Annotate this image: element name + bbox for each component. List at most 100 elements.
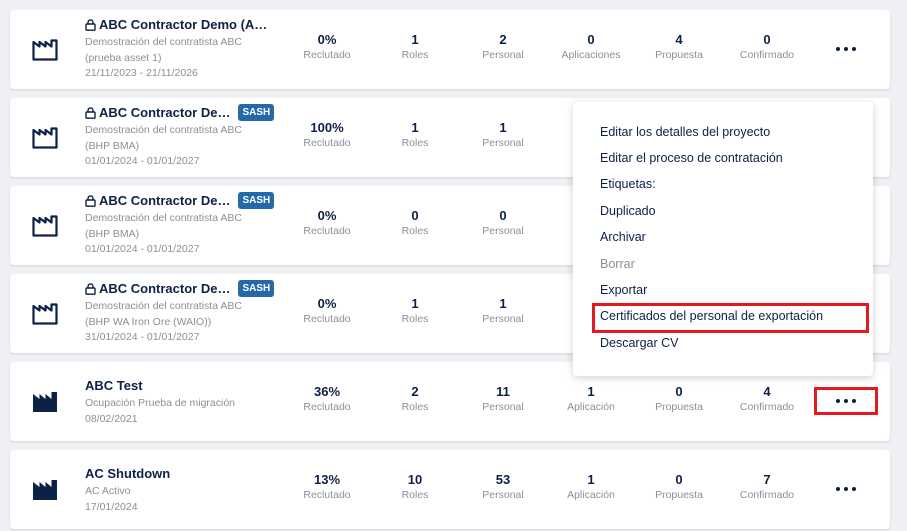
project-description: Ocupación Prueba de migración — [85, 397, 236, 409]
stat-label: Propuesta — [655, 489, 703, 501]
project-title[interactable]: ABC Contractor De… — [99, 193, 230, 208]
lock-icon — [85, 18, 96, 31]
project-title-row: ABC Contractor De… SASH — [85, 189, 295, 211]
stat-value: 2 — [499, 32, 507, 47]
stat-label: Personal — [482, 313, 524, 325]
stat-label: Reclutado — [303, 137, 351, 149]
lock-icon — [85, 106, 96, 119]
project-dates: 01/01/2024 - 01/01/2027 — [85, 243, 200, 255]
project-description-extra: 17/01/2024 — [85, 500, 138, 513]
stat-roles: 10 Roles — [370, 470, 460, 501]
stat-reclutado: 36% Reclutado — [282, 382, 372, 413]
project-description: Demostración del contratista ABC — [85, 36, 242, 48]
project-card[interactable]: AC Shutdown AC Activo 17/01/2024 13% Recluta… — [10, 450, 890, 529]
stat-label: Reclutado — [303, 313, 351, 325]
more-options-button[interactable] — [814, 387, 878, 415]
stat-aplicaciones: 0 Aplicaciones — [546, 30, 636, 61]
factory-filled-icon — [32, 391, 58, 413]
stat-value: 36% — [313, 384, 341, 399]
dot-icon — [852, 399, 856, 403]
project-description-extra: (prueba asset 1) — [85, 51, 162, 64]
stat-roles: 1 Roles — [370, 30, 460, 61]
project-title[interactable]: ABC Contractor De… — [99, 105, 230, 120]
dot-icon — [844, 399, 848, 403]
menu-item[interactable]: Archivar — [600, 230, 646, 244]
stat-label: Personal — [482, 489, 524, 501]
stat-value: 53 — [495, 472, 511, 487]
stat-value: 1 — [499, 120, 507, 135]
project-description: Demostración del contratista ABC — [85, 124, 242, 136]
stat-label: Aplicación — [567, 401, 615, 413]
project-info: ABC Contractor De… SASH Demostración del c… — [85, 189, 295, 258]
lock-icon — [85, 282, 96, 295]
project-title[interactable]: ABC Contractor Demo (A… — [99, 17, 267, 32]
project-dates: 01/01/2024 - 01/01/2027 — [85, 155, 200, 167]
dot-icon — [836, 487, 840, 491]
project-info: ABC Contractor De… SASH Demostración del c… — [85, 277, 295, 346]
project-description: AC Activo — [85, 485, 131, 497]
project-card[interactable]: ABC Contractor Demo (A… Demostración del … — [10, 10, 890, 89]
stat-label: Reclutado — [303, 49, 351, 61]
stat-label: Propuesta — [655, 49, 703, 61]
stat-confirmado: 4 Confirmado — [722, 382, 812, 413]
project-title-row: AC Shutdown — [85, 462, 295, 484]
dot-icon — [836, 47, 840, 51]
more-options-button[interactable] — [814, 475, 878, 503]
menu-item[interactable]: Editar los detalles del proyecto — [600, 125, 770, 139]
stat-label: Personal — [482, 401, 524, 413]
factory-outline-icon — [32, 303, 58, 325]
menu-item[interactable]: Descargar CV — [600, 336, 679, 350]
project-info: ABC Contractor Demo (A… Demostración del … — [85, 13, 295, 82]
stat-propuesta: 4 Propuesta — [634, 30, 724, 61]
stat-label: Reclutado — [303, 401, 351, 413]
project-title[interactable]: ABC Contractor De… — [99, 281, 230, 296]
stat-propuesta: 0 Propuesta — [634, 470, 724, 501]
stat-personal: 53 Personal — [458, 470, 548, 501]
dot-icon — [836, 399, 840, 403]
stat-label: Roles — [401, 49, 429, 61]
menu-item[interactable]: Duplicado — [600, 204, 656, 218]
dot-icon — [844, 487, 848, 491]
project-title-row: ABC Contractor De… SASH — [85, 277, 295, 299]
stat-label: Personal — [482, 137, 524, 149]
menu-item-highlight — [592, 303, 869, 333]
project-description-extra: (BHP BMA) — [85, 227, 140, 240]
project-dates: 31/01/2024 - 01/01/2027 — [85, 331, 200, 343]
stat-label: Personal — [482, 49, 524, 61]
stat-label: Aplicación — [567, 489, 615, 501]
stat-label: Confirmado — [739, 489, 795, 501]
menu-item: Borrar — [600, 257, 635, 271]
stat-confirmado: 0 Confirmado — [722, 30, 812, 61]
project-title[interactable]: AC Shutdown — [85, 466, 170, 481]
stat-aplicación: 1 Aplicación — [546, 382, 636, 413]
stat-value: 1 — [587, 384, 595, 399]
menu-item[interactable]: Etiquetas: — [600, 177, 656, 191]
stat-confirmado: 7 Confirmado — [722, 470, 812, 501]
factory-filled-icon — [32, 479, 58, 501]
project-title-row: ABC Test — [85, 374, 295, 396]
menu-item[interactable]: Editar el proceso de contratación — [600, 151, 783, 165]
stat-value: 11 — [496, 384, 510, 399]
stat-value: 0% — [317, 32, 337, 47]
stat-value: 1 — [411, 296, 419, 311]
stat-personal: 0 Personal — [458, 206, 548, 237]
project-dates: 21/11/2023 - 21/11/2026 — [85, 67, 198, 79]
stat-reclutado: 13% Reclutado — [282, 470, 372, 501]
stat-value: 13% — [313, 472, 341, 487]
project-title[interactable]: ABC Test — [85, 378, 143, 393]
stat-value: 0 — [675, 384, 683, 399]
menu-item[interactable]: Exportar — [600, 283, 647, 297]
project-info: ABC Test Ocupación Prueba de migración 08/… — [85, 374, 295, 427]
stat-label: Confirmado — [739, 49, 795, 61]
stat-value: 1 — [411, 32, 419, 47]
stat-value: 1 — [499, 296, 507, 311]
dot-icon — [852, 47, 856, 51]
stat-value: 1 — [411, 120, 419, 135]
stat-label: Reclutado — [303, 489, 351, 501]
dot-icon — [844, 47, 848, 51]
stat-label: Roles — [401, 401, 429, 413]
stat-value: 7 — [763, 472, 771, 487]
project-description-extra: (BHP BMA) — [85, 139, 140, 152]
more-options-button[interactable] — [814, 35, 878, 63]
stat-reclutado: 0% Reclutado — [282, 294, 372, 325]
